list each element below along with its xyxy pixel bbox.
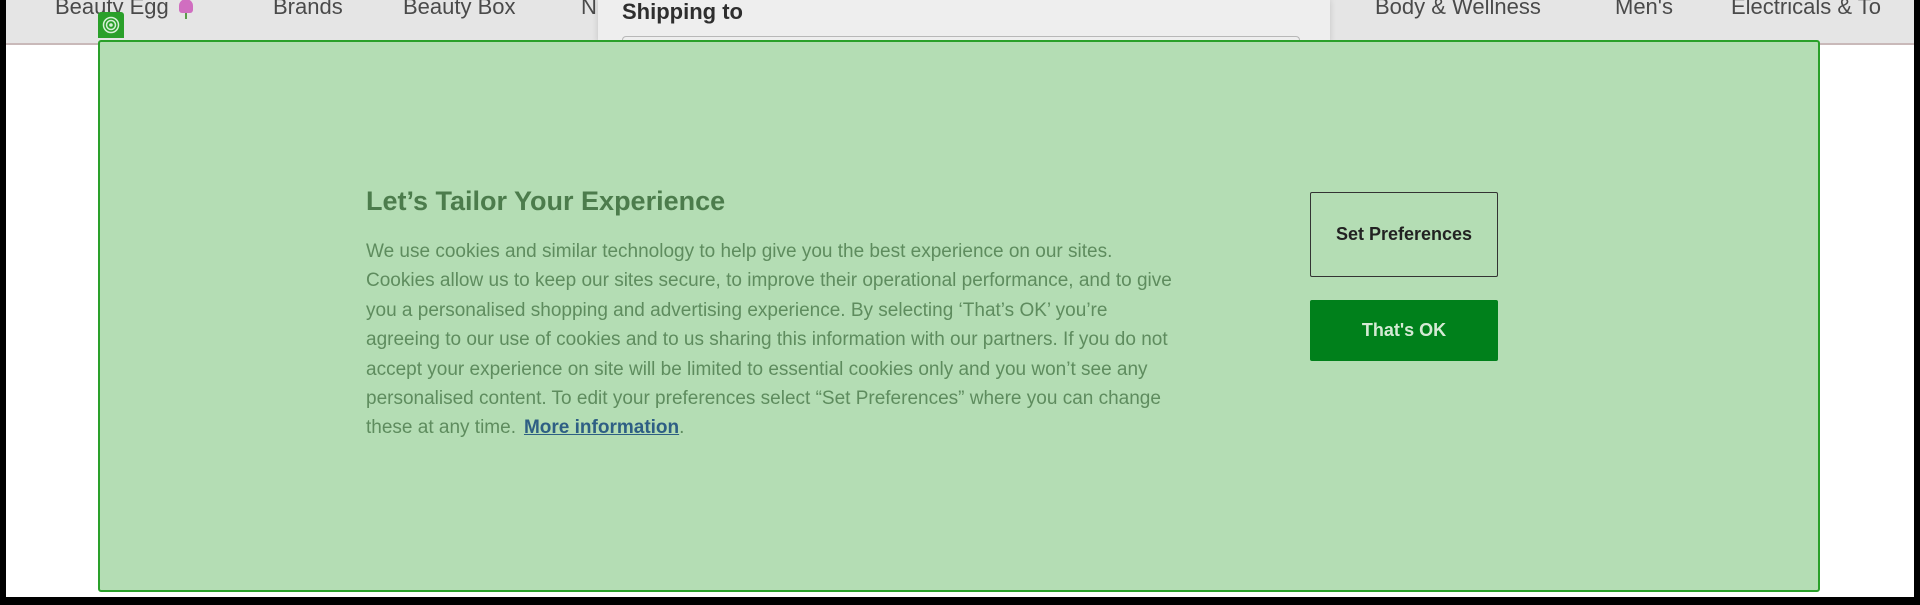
nav-item-body-wellness[interactable]: Body & Wellness [1375,0,1541,20]
browser-viewport: Beauty Egg Brands Beauty Box N Body & We… [6,0,1914,597]
shipping-popup: Shipping to [598,0,1330,47]
set-preferences-button[interactable]: Set Preferences [1310,192,1498,277]
more-information-link[interactable]: More information [524,417,679,438]
target-marker-icon [98,12,124,38]
cookie-banner: Let’s Tailor Your Experience We use cook… [98,40,1820,592]
thats-ok-button[interactable]: That's OK [1310,300,1498,361]
nav-item-partial[interactable]: N [581,0,597,20]
nav-item-mens[interactable]: Men's [1615,0,1673,20]
cookie-banner-body: We use cookies and similar technology to… [366,237,1186,443]
cookie-banner-title: Let’s Tailor Your Experience [366,186,726,216]
nav-item-brands[interactable]: Brands [273,0,343,20]
egg-flower-icon [178,0,193,20]
cookie-banner-text: We use cookies and similar technology to… [366,241,1172,439]
nav-item-beauty-box[interactable]: Beauty Box [403,0,516,20]
link-suffix: . [679,417,685,439]
shipping-title: Shipping to [622,0,743,24]
nav-item-electricals[interactable]: Electricals & To [1731,0,1881,20]
